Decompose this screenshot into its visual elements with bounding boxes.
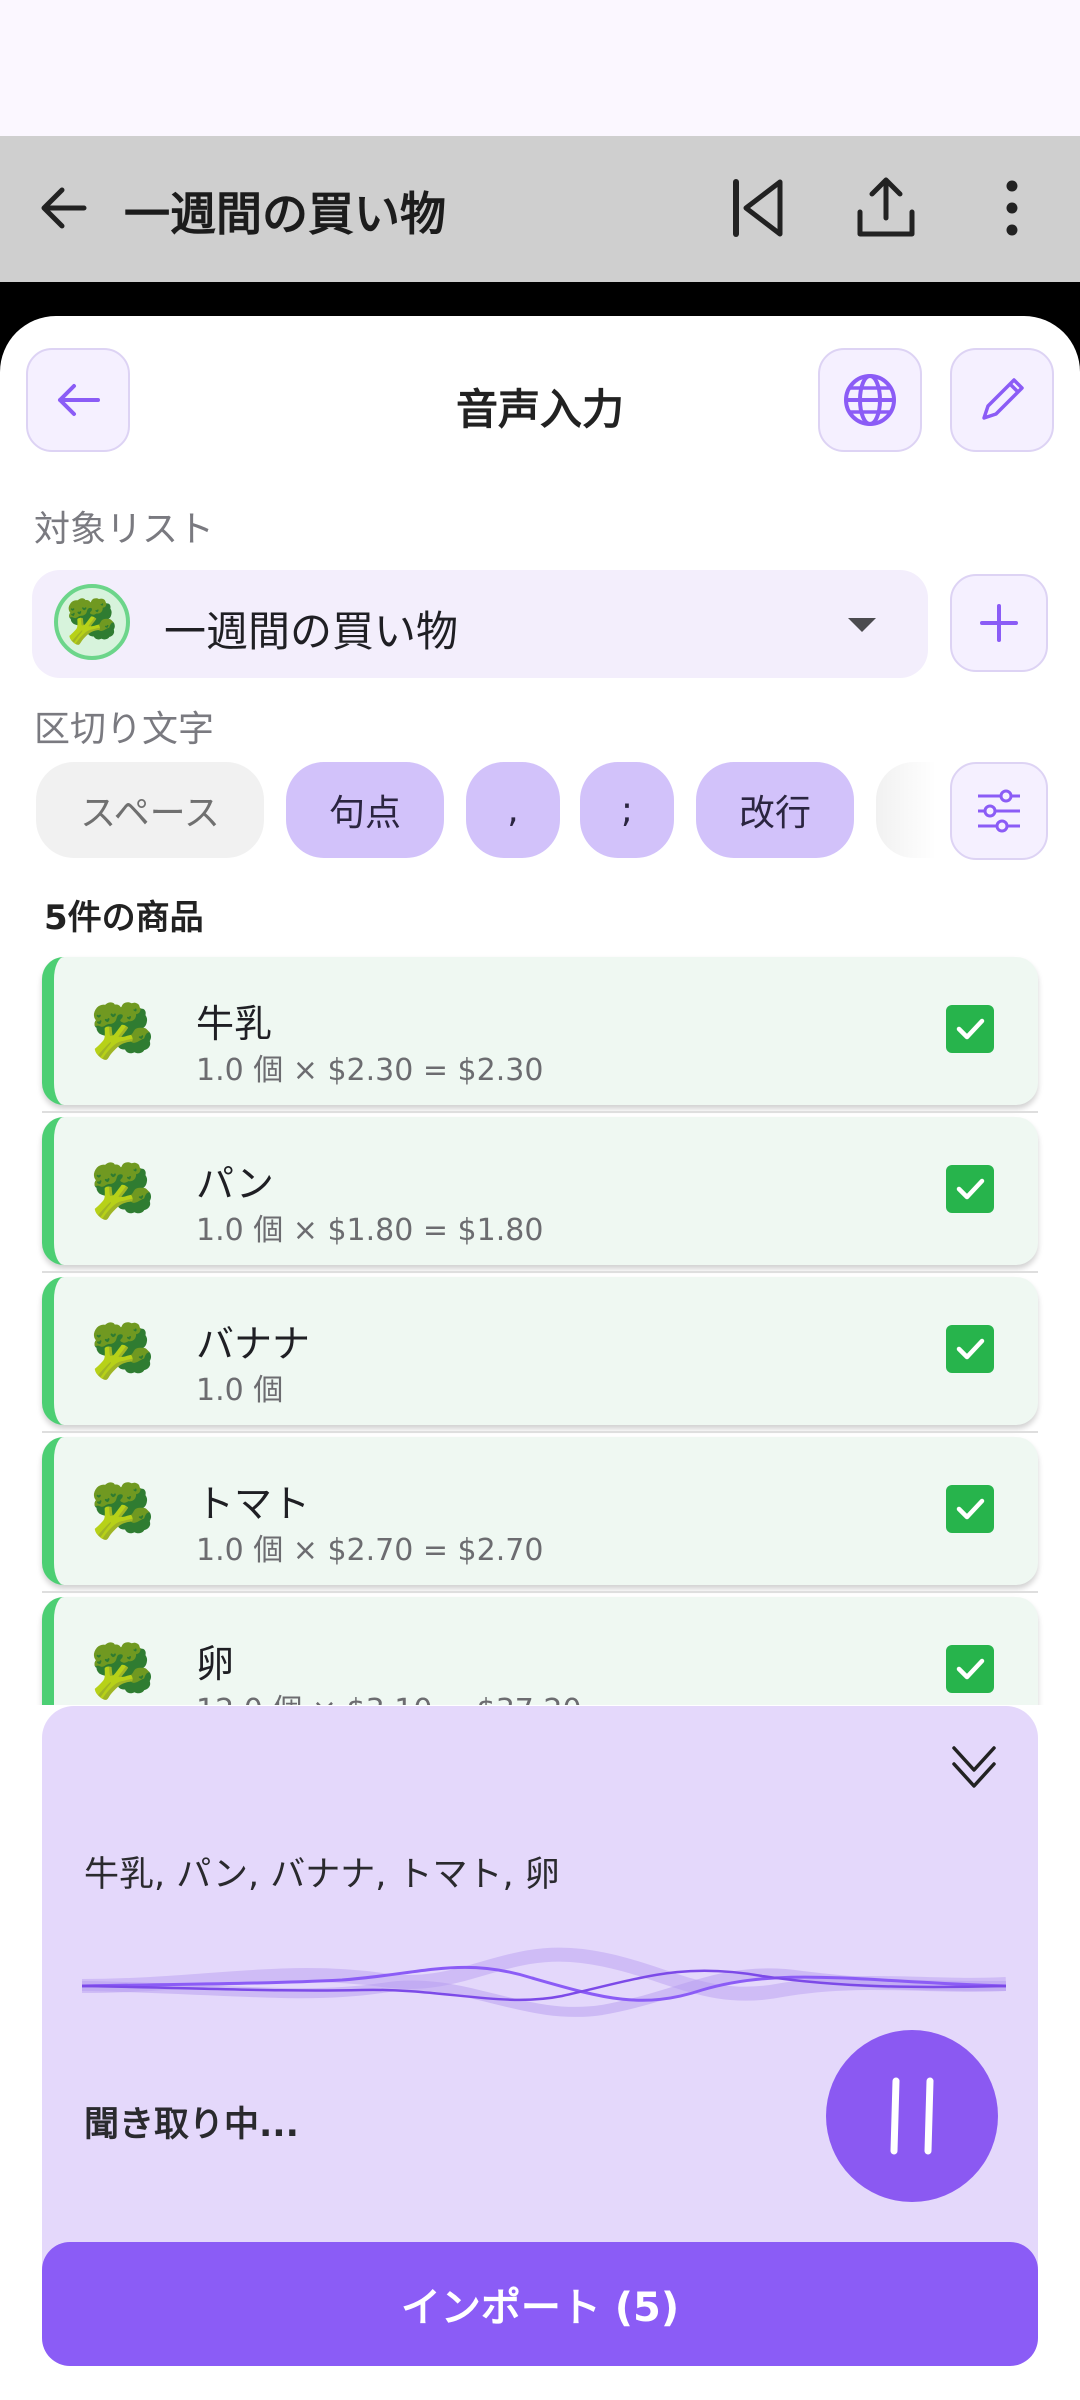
list-item[interactable]: 🥦 パン 1.0 個 × $1.80 = $1.80	[42, 1117, 1038, 1265]
list-item[interactable]: 🥦 牛乳 1.0 個 × $2.30 = $2.30	[42, 957, 1038, 1105]
plus-icon	[980, 604, 1018, 642]
check-icon	[956, 1018, 985, 1040]
chip-period[interactable]: 句点	[286, 762, 444, 858]
add-list-button[interactable]	[950, 574, 1048, 672]
items-list: 🥦 牛乳 1.0 個 × $2.30 = $2.30 🥦 パン 1.0 個 × …	[0, 955, 1080, 1705]
target-list-name: 一週間の買い物	[164, 607, 459, 656]
globe-icon	[844, 374, 896, 426]
check-icon	[956, 1658, 985, 1680]
item-detail: 1.0 個	[196, 1373, 284, 1408]
chip-semicolon[interactable]: ;	[580, 762, 674, 858]
item-name: 牛乳	[196, 1002, 273, 1046]
status-bar-area	[0, 0, 1080, 136]
voice-transcript: 牛乳, パン, バナナ, トマト, 卵	[84, 1855, 560, 1895]
broccoli-icon: 🥦	[54, 584, 130, 660]
language-button[interactable]	[818, 348, 922, 452]
target-list-label: 対象リスト	[34, 509, 215, 550]
app-bar-title: 一週間の買い物	[124, 187, 446, 241]
items-count: 5件の商品	[44, 898, 204, 938]
item-name: バナナ	[196, 1322, 311, 1366]
listening-status: 聞き取り中...	[84, 2105, 299, 2145]
item-checkbox[interactable]	[946, 1165, 994, 1213]
item-checkbox[interactable]	[946, 1485, 994, 1533]
share-icon[interactable]	[850, 172, 922, 244]
chips-fade	[876, 762, 936, 858]
back-arrow-icon[interactable]	[32, 176, 96, 240]
pencil-icon	[982, 378, 1024, 420]
broccoli-icon: 🥦	[90, 1322, 155, 1382]
item-checkbox[interactable]	[946, 1005, 994, 1053]
pause-button[interactable]	[826, 2030, 998, 2202]
check-icon	[956, 1178, 985, 1200]
chip-space[interactable]: スペース	[36, 762, 264, 858]
collapse-chevrons-icon[interactable]	[946, 1736, 1002, 1796]
list-item[interactable]: 🥦 トマト 1.0 個 × $2.70 = $2.70	[42, 1437, 1038, 1585]
chip-comma[interactable]: ,	[466, 762, 560, 858]
chip-newline[interactable]: 改行	[696, 762, 854, 858]
item-checkbox[interactable]	[946, 1325, 994, 1373]
check-icon	[956, 1498, 985, 1520]
item-name: トマト	[196, 1482, 311, 1526]
separator-settings-button[interactable]	[950, 762, 1048, 860]
list-item[interactable]: 🥦 卵 12.0 個 × $3.10 = $37.20	[42, 1597, 1038, 1705]
item-detail: 1.0 個 × $2.70 = $2.70	[196, 1533, 544, 1568]
more-vert-icon[interactable]	[976, 172, 1048, 244]
edit-button[interactable]	[950, 348, 1054, 452]
broccoli-icon: 🥦	[90, 1002, 155, 1062]
item-detail: 1.0 個 × $2.30 = $2.30	[196, 1053, 544, 1088]
item-checkbox[interactable]	[946, 1645, 994, 1693]
item-detail: 12.0 個 × $3.10 = $37.20	[196, 1685, 582, 1705]
separator-chips: スペース 句点 , ; 改行	[36, 762, 936, 858]
broccoli-icon: 🥦	[90, 1482, 155, 1542]
dropdown-caret-icon	[848, 618, 876, 632]
import-button[interactable]: インポート (5)	[42, 2242, 1038, 2366]
filter-sliders-icon	[978, 789, 1020, 833]
broccoli-icon: 🥦	[90, 1162, 155, 1222]
target-list-select[interactable]: 🥦 一週間の買い物	[32, 570, 928, 678]
divider	[42, 1591, 1038, 1593]
divider	[42, 1111, 1038, 1113]
item-detail: 1.0 個 × $1.80 = $1.80	[196, 1213, 544, 1248]
list-item[interactable]: 🥦 バナナ 1.0 個	[42, 1277, 1038, 1425]
broccoli-icon: 🥦	[90, 1642, 155, 1702]
item-name: パン	[196, 1162, 274, 1206]
app-bar: 一週間の買い物	[0, 136, 1080, 282]
divider	[42, 1431, 1038, 1433]
item-name: 卵	[196, 1642, 235, 1686]
pause-icon	[890, 2077, 934, 2155]
separator-label: 区切り文字	[34, 709, 215, 750]
divider	[42, 1271, 1038, 1273]
waveform	[82, 1947, 1006, 2017]
skip-start-icon[interactable]	[722, 172, 794, 244]
check-icon	[956, 1338, 985, 1360]
